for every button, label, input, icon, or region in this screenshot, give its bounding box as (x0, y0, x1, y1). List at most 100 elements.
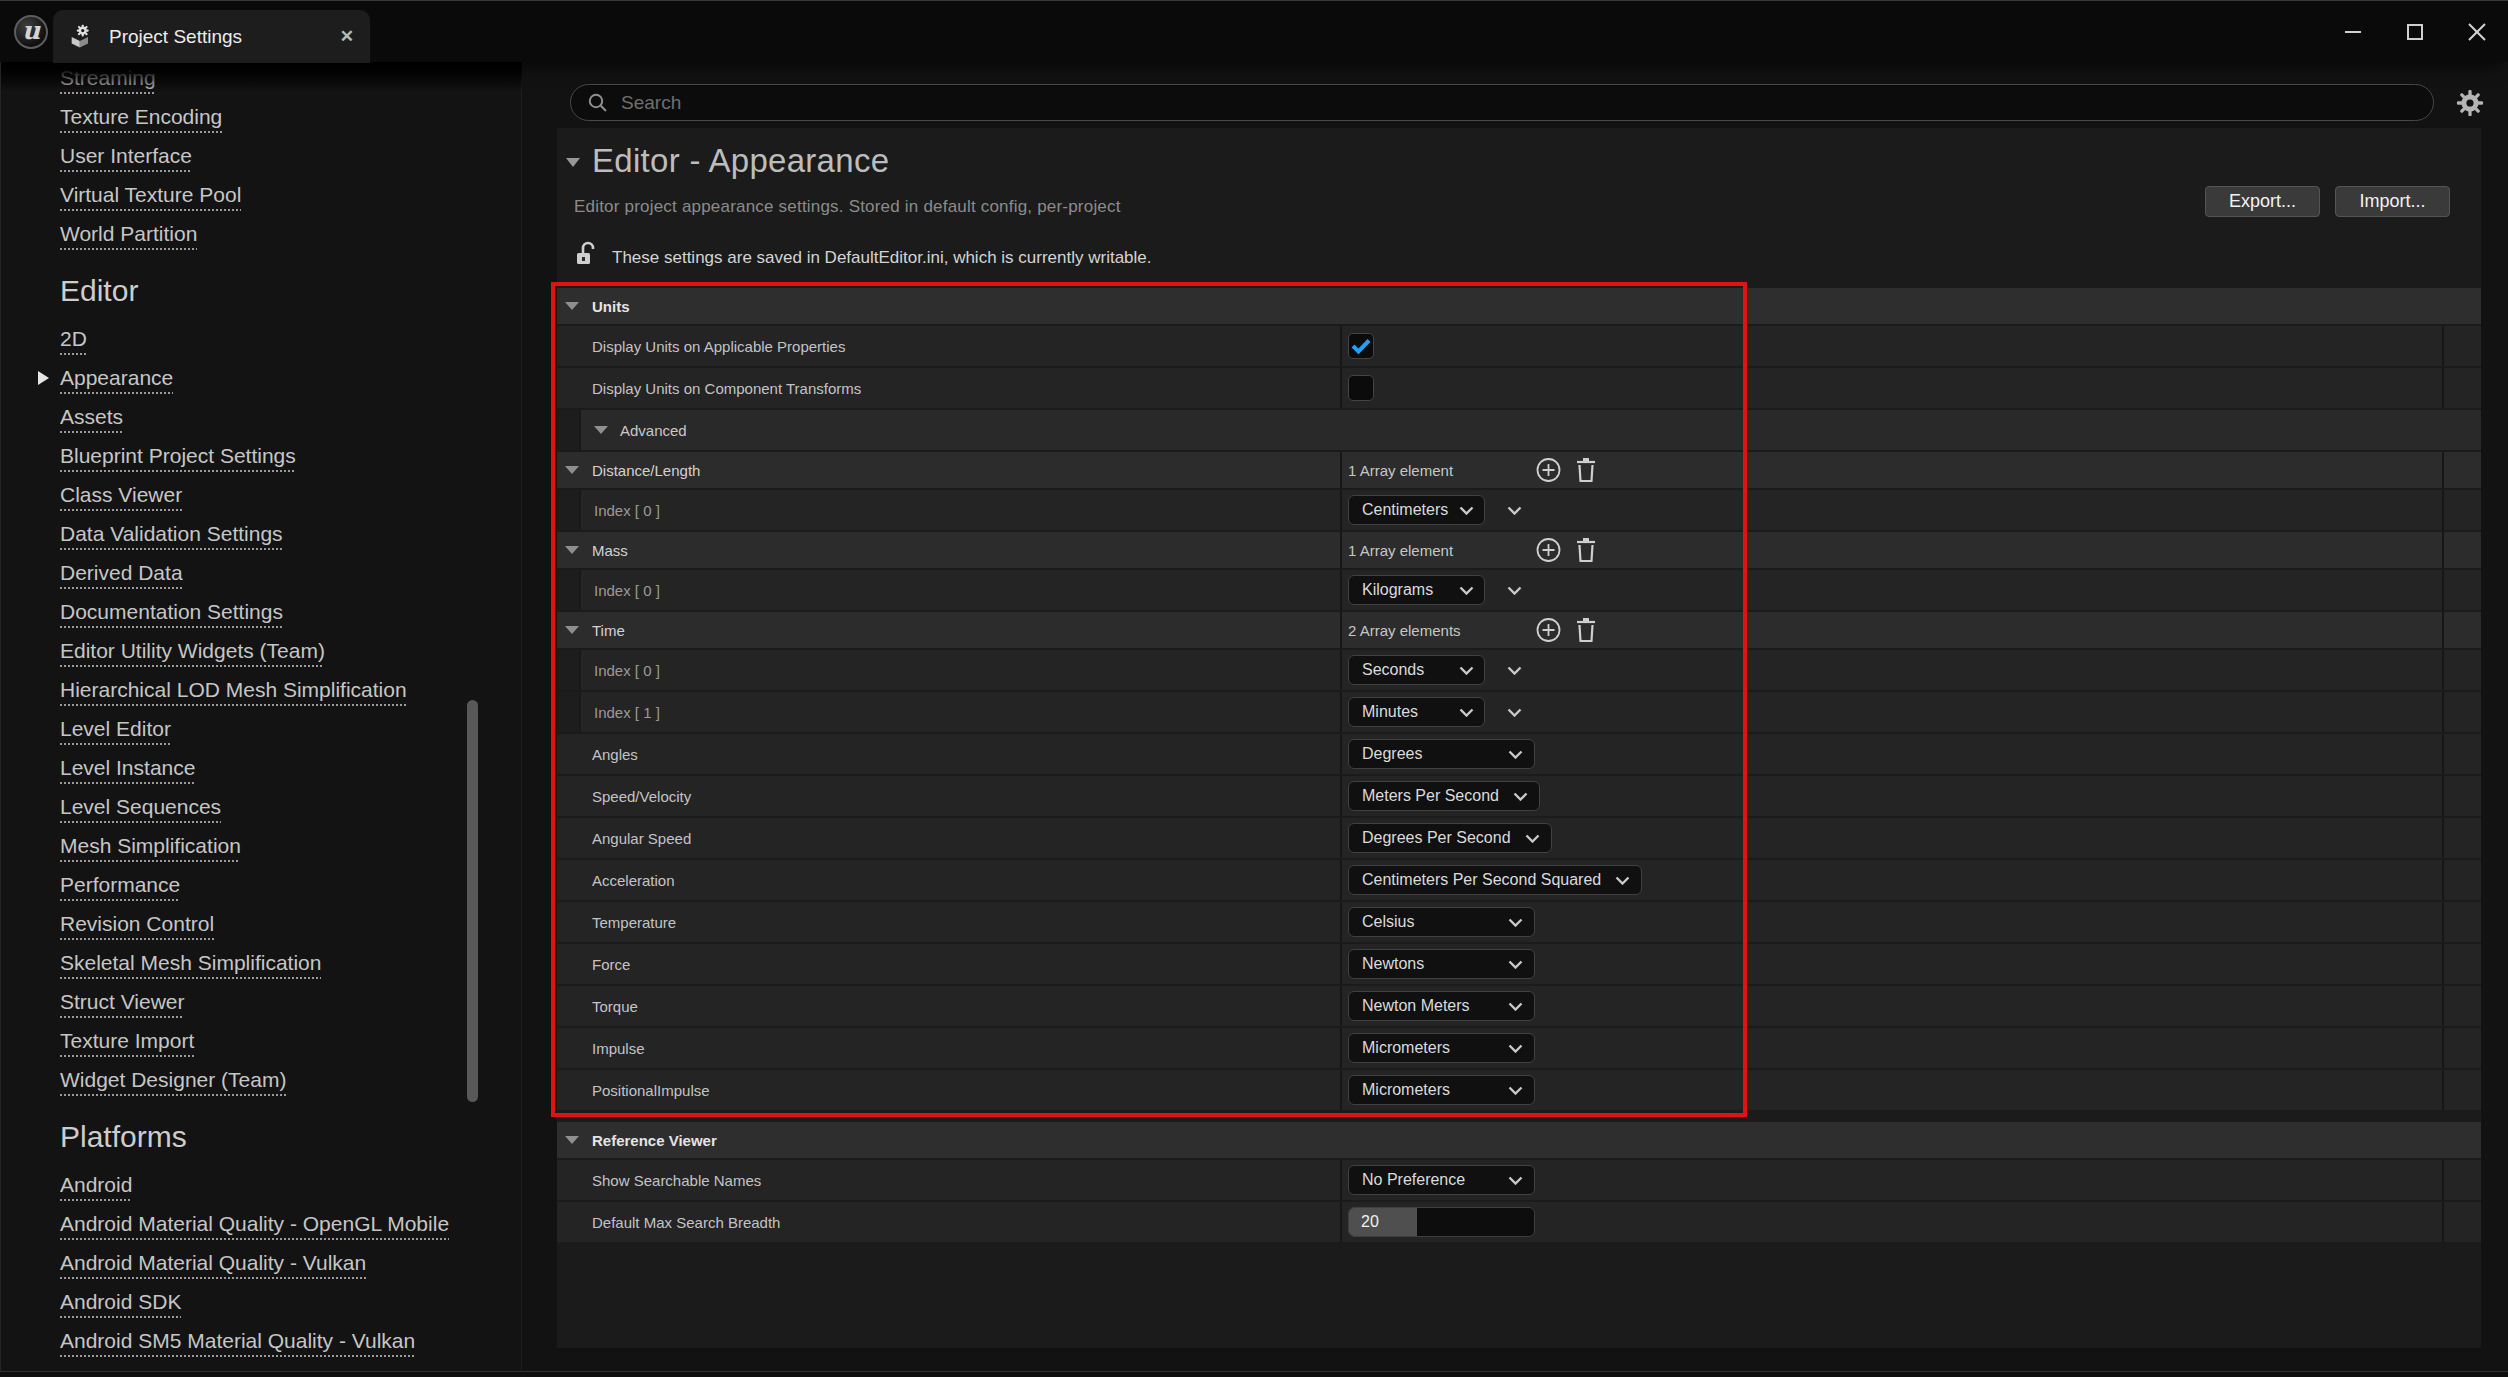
collapse-arrow-icon[interactable] (565, 302, 579, 310)
sidebar-item-world-partition[interactable]: World Partition (60, 222, 197, 246)
tab-close-icon[interactable]: ✕ (340, 26, 354, 47)
settings-row: Speed/Velocity Meters Per Second (557, 776, 2481, 816)
sidebar-item-blueprint-project-settings[interactable]: Blueprint Project Settings (60, 444, 296, 468)
sidebar-item-virtual-texture-pool[interactable]: Virtual Texture Pool (60, 183, 241, 207)
indent-notch (557, 410, 581, 450)
property-label: Angular Speed (592, 830, 691, 847)
page-collapse-arrow-icon[interactable] (566, 158, 580, 167)
sidebar-item-texture-encoding[interactable]: Texture Encoding (60, 105, 222, 129)
property-label: Distance/Length (592, 462, 700, 479)
close-button[interactable] (2460, 12, 2494, 52)
sidebar-item-streaming[interactable]: Streaming (60, 66, 156, 90)
sidebar-item-level-editor[interactable]: Level Editor (60, 717, 171, 741)
unit-dropdown[interactable]: No Preference (1348, 1165, 1535, 1195)
collapse-arrow-icon[interactable] (565, 1136, 579, 1144)
chevron-down-icon (1459, 666, 1474, 675)
unit-dropdown[interactable]: Micrometers (1348, 1033, 1535, 1063)
gear-icon (2456, 89, 2484, 117)
unit-dropdown[interactable]: Meters Per Second (1348, 781, 1540, 811)
property-label: Mass (592, 542, 628, 559)
element-options-dropdown[interactable] (1507, 708, 1522, 717)
unit-dropdown[interactable]: Celsius (1348, 907, 1535, 937)
indent-notch (557, 692, 581, 732)
sidebar-scrollbar[interactable] (467, 700, 478, 1102)
element-options-dropdown[interactable] (1507, 506, 1522, 515)
dropdown-value: Seconds (1362, 661, 1424, 679)
settings-table: UnitsDisplay Units on Applicable Propert… (557, 288, 2481, 1244)
element-options-dropdown[interactable] (1507, 666, 1522, 675)
collapse-arrow-icon[interactable] (565, 466, 579, 474)
sidebar-item-android-material-quality-opengl-mobile[interactable]: Android Material Quality - OpenGL Mobile (60, 1212, 449, 1236)
delete-element-icon[interactable] (1575, 617, 1597, 643)
property-label: Speed/Velocity (592, 788, 691, 805)
chevron-down-icon (1507, 708, 1522, 717)
window-bottom-edge (0, 1371, 2508, 1377)
unit-dropdown[interactable]: Centimeters Per Second Squared (1348, 865, 1642, 895)
settings-row: Reference Viewer (557, 1122, 2481, 1158)
delete-element-icon[interactable] (1575, 457, 1597, 483)
sidebar-section-header: Editor (60, 274, 138, 308)
sidebar-item-revision-control[interactable]: Revision Control (60, 912, 214, 936)
unit-dropdown[interactable]: Degrees (1348, 739, 1535, 769)
unit-dropdown[interactable]: Micrometers (1348, 1075, 1535, 1105)
settings-row: Distance/Length1 Array element (557, 452, 2481, 488)
chevron-down-icon (1525, 834, 1540, 843)
sidebar-item-level-sequences[interactable]: Level Sequences (60, 795, 221, 819)
chevron-down-icon (1508, 1044, 1523, 1053)
unit-dropdown[interactable]: Newton Meters (1348, 991, 1535, 1021)
maximize-button[interactable] (2398, 12, 2432, 52)
sidebar-item-android-material-quality-vulkan[interactable]: Android Material Quality - Vulkan (60, 1251, 366, 1275)
unit-dropdown[interactable]: Seconds (1348, 655, 1485, 685)
unit-dropdown[interactable]: Degrees Per Second (1348, 823, 1552, 853)
sidebar-item-editor-utility-widgets-team-[interactable]: Editor Utility Widgets (Team) (60, 639, 325, 663)
collapse-arrow-icon[interactable] (565, 626, 579, 634)
sidebar-item-user-interface[interactable]: User Interface (60, 144, 192, 168)
unit-dropdown[interactable]: Minutes (1348, 697, 1485, 727)
add-element-icon[interactable] (1536, 538, 1561, 563)
sidebar-item-assets[interactable]: Assets (60, 405, 123, 429)
sidebar-item-derived-data[interactable]: Derived Data (60, 561, 183, 585)
settings-gear-button[interactable] (2450, 83, 2490, 123)
collapse-arrow-icon[interactable] (594, 426, 608, 434)
sidebar-item-skeletal-mesh-simplification[interactable]: Skeletal Mesh Simplification (60, 951, 321, 975)
sidebar-item-android[interactable]: Android (60, 1173, 132, 1197)
numeric-input[interactable]: 20 (1348, 1207, 1535, 1237)
sidebar-item-class-viewer[interactable]: Class Viewer (60, 483, 182, 507)
sidebar-item-android-sdk[interactable]: Android SDK (60, 1290, 181, 1314)
minimize-button[interactable] (2336, 12, 2370, 52)
checkbox[interactable] (1348, 375, 1374, 401)
collapse-arrow-icon[interactable] (565, 546, 579, 554)
unit-dropdown[interactable]: Kilograms (1348, 575, 1485, 605)
chevron-down-icon (1459, 586, 1474, 595)
settings-category-sidebar: Streaming Texture Encoding User Interface V… (0, 62, 522, 1377)
unit-dropdown[interactable]: Centimeters (1348, 495, 1485, 525)
sidebar-item-struct-viewer[interactable]: Struct Viewer (60, 990, 185, 1014)
sidebar-item-performance[interactable]: Performance (60, 873, 180, 897)
property-label: Impulse (592, 1040, 645, 1057)
checkbox[interactable] (1348, 333, 1374, 359)
search-bar[interactable] (570, 84, 2434, 121)
tab-project-settings[interactable]: Project Settings ✕ (53, 10, 370, 63)
dropdown-value: Newtons (1362, 955, 1424, 973)
sidebar-item-level-instance[interactable]: Level Instance (60, 756, 195, 780)
sidebar-item-documentation-settings[interactable]: Documentation Settings (60, 600, 283, 624)
search-input[interactable] (621, 92, 2268, 114)
sidebar-item-hierarchical-lod-mesh-simplification[interactable]: Hierarchical LOD Mesh Simplification (60, 678, 407, 702)
add-element-icon[interactable] (1536, 618, 1561, 643)
unit-dropdown[interactable]: Newtons (1348, 949, 1535, 979)
chevron-down-icon (1508, 960, 1523, 969)
sidebar-item-widget-designer-team-[interactable]: Widget Designer (Team) (60, 1068, 286, 1092)
unreal-engine-logo[interactable]: u (14, 15, 48, 49)
sidebar-item-mesh-simplification[interactable]: Mesh Simplification (60, 834, 241, 858)
element-options-dropdown[interactable] (1507, 586, 1522, 595)
sidebar-item-data-validation-settings[interactable]: Data Validation Settings (60, 522, 283, 546)
delete-element-icon[interactable] (1575, 537, 1597, 563)
sidebar-item-texture-import[interactable]: Texture Import (60, 1029, 194, 1053)
import-button[interactable]: Import... (2335, 186, 2450, 217)
add-element-icon[interactable] (1536, 458, 1561, 483)
sidebar-item-2d[interactable]: 2D (60, 327, 87, 351)
export-button[interactable]: Export... (2205, 186, 2320, 217)
sidebar-item-android-sm5-material-quality-vulkan[interactable]: Android SM5 Material Quality - Vulkan (60, 1329, 415, 1353)
section-label: Units (592, 298, 630, 315)
sidebar-item-appearance[interactable]: Appearance (60, 366, 173, 390)
